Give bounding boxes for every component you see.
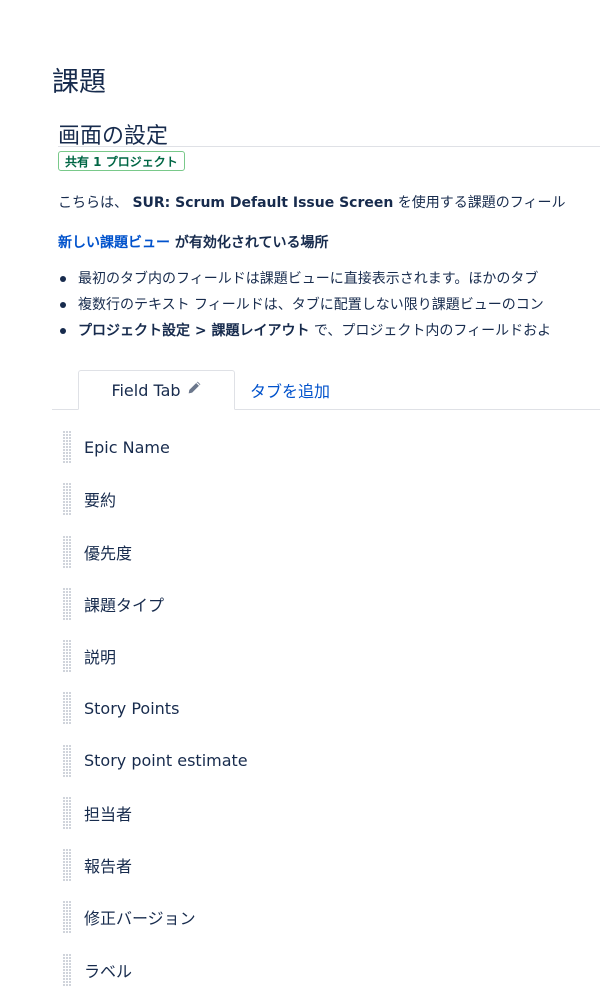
field-list: Epic Name 要約 優先度 課題タイプ 説明 Story Points S… — [62, 421, 600, 996]
field-label: Story Points — [84, 698, 180, 718]
field-row[interactable]: Epic Name — [62, 421, 600, 473]
issue-view-notice: 新しい課題ビュー が有効化されている場所 — [58, 232, 328, 252]
field-row[interactable]: 報告者 — [62, 839, 600, 891]
heading-divider — [58, 146, 600, 147]
field-row[interactable]: 要約 — [62, 473, 600, 525]
field-label: Story point estimate — [84, 751, 248, 771]
field-row[interactable]: 優先度 — [62, 526, 600, 578]
description-prefix: こちらは、 — [58, 195, 133, 211]
bullet-item: 最初のタブ内のフィールドは課題ビューに直接表示されます。ほかのタブ — [58, 266, 600, 292]
pencil-icon[interactable] — [187, 370, 202, 410]
field-label: 優先度 — [84, 543, 133, 563]
field-row[interactable]: 説明 — [62, 630, 600, 682]
page: 課題 画面の設定 共有 1 プロジェクト こちらは、 SUR: Scrum De… — [0, 0, 600, 999]
field-row[interactable]: 修正バージョン — [62, 891, 600, 943]
drag-handle-icon[interactable] — [62, 482, 72, 516]
field-label: Epic Name — [84, 437, 170, 457]
drag-handle-icon[interactable] — [62, 587, 72, 621]
drag-handle-icon[interactable] — [62, 639, 72, 673]
field-label: 課題タイプ — [84, 595, 165, 615]
issue-view-bullets: 最初のタブ内のフィールドは課題ビューに直接表示されます。ほかのタブ 複数行のテキ… — [58, 266, 600, 344]
drag-handle-icon[interactable] — [62, 796, 72, 830]
bullet-dot — [60, 276, 66, 282]
add-tab-link[interactable]: タブを追加 — [250, 378, 330, 402]
issue-view-notice-text: が有効化されている場所 — [170, 235, 329, 251]
drag-handle-icon[interactable] — [62, 953, 72, 987]
tab-field-tab[interactable]: Field Tab — [78, 370, 235, 410]
field-label: 修正バージョン — [84, 909, 196, 929]
bullet-dot — [60, 328, 66, 334]
drag-handle-icon[interactable] — [62, 900, 72, 934]
bullet-item: プロジェクト設定 > 課題レイアウト で、プロジェクト内のフィールドおよ — [58, 318, 600, 344]
field-label: 説明 — [84, 648, 117, 668]
drag-handle-icon[interactable] — [62, 744, 72, 778]
drag-handle-icon[interactable] — [62, 430, 72, 464]
project-settings-path[interactable]: プロジェクト設定 > 課題レイアウト — [78, 323, 309, 339]
bullet-text: 最初のタブ内のフィールドは課題ビューに直接表示されます。ほかのタブ — [78, 271, 539, 287]
drag-handle-icon[interactable] — [62, 848, 72, 882]
new-issue-view-link[interactable]: 新しい課題ビュー — [58, 235, 170, 251]
bullet-text: で、プロジェクト内のフィールドおよ — [309, 323, 552, 339]
field-row[interactable]: Story Points — [62, 682, 600, 734]
tab-label: Field Tab — [111, 381, 181, 400]
field-label: ラベル — [84, 961, 133, 981]
field-row[interactable]: 担当者 — [62, 787, 600, 839]
drag-handle-icon[interactable] — [62, 535, 72, 569]
screen-name: SUR: Scrum Default Issue Screen — [132, 195, 394, 211]
description-suffix: を使用する課題のフィール — [393, 195, 566, 211]
field-row[interactable]: 課題タイプ — [62, 578, 600, 630]
bullet-text: 複数行のテキスト フィールドは、タブに配置しない限り課題ビューのコン — [78, 297, 544, 313]
field-row[interactable]: ラベル — [62, 944, 600, 996]
field-label: 担当者 — [84, 804, 133, 824]
page-title: 課題 — [52, 67, 106, 98]
bullet-item: 複数行のテキスト フィールドは、タブに配置しない限り課題ビューのコン — [58, 292, 600, 318]
field-row[interactable]: Story point estimate — [62, 735, 600, 787]
screen-description: こちらは、 SUR: Scrum Default Issue Screen を使… — [58, 192, 565, 212]
drag-handle-icon[interactable] — [62, 691, 72, 725]
shared-projects-badge[interactable]: 共有 1 プロジェクト — [58, 151, 185, 171]
field-label: 報告者 — [84, 857, 133, 877]
bullet-dot — [60, 302, 66, 308]
field-label: 要約 — [84, 491, 117, 511]
